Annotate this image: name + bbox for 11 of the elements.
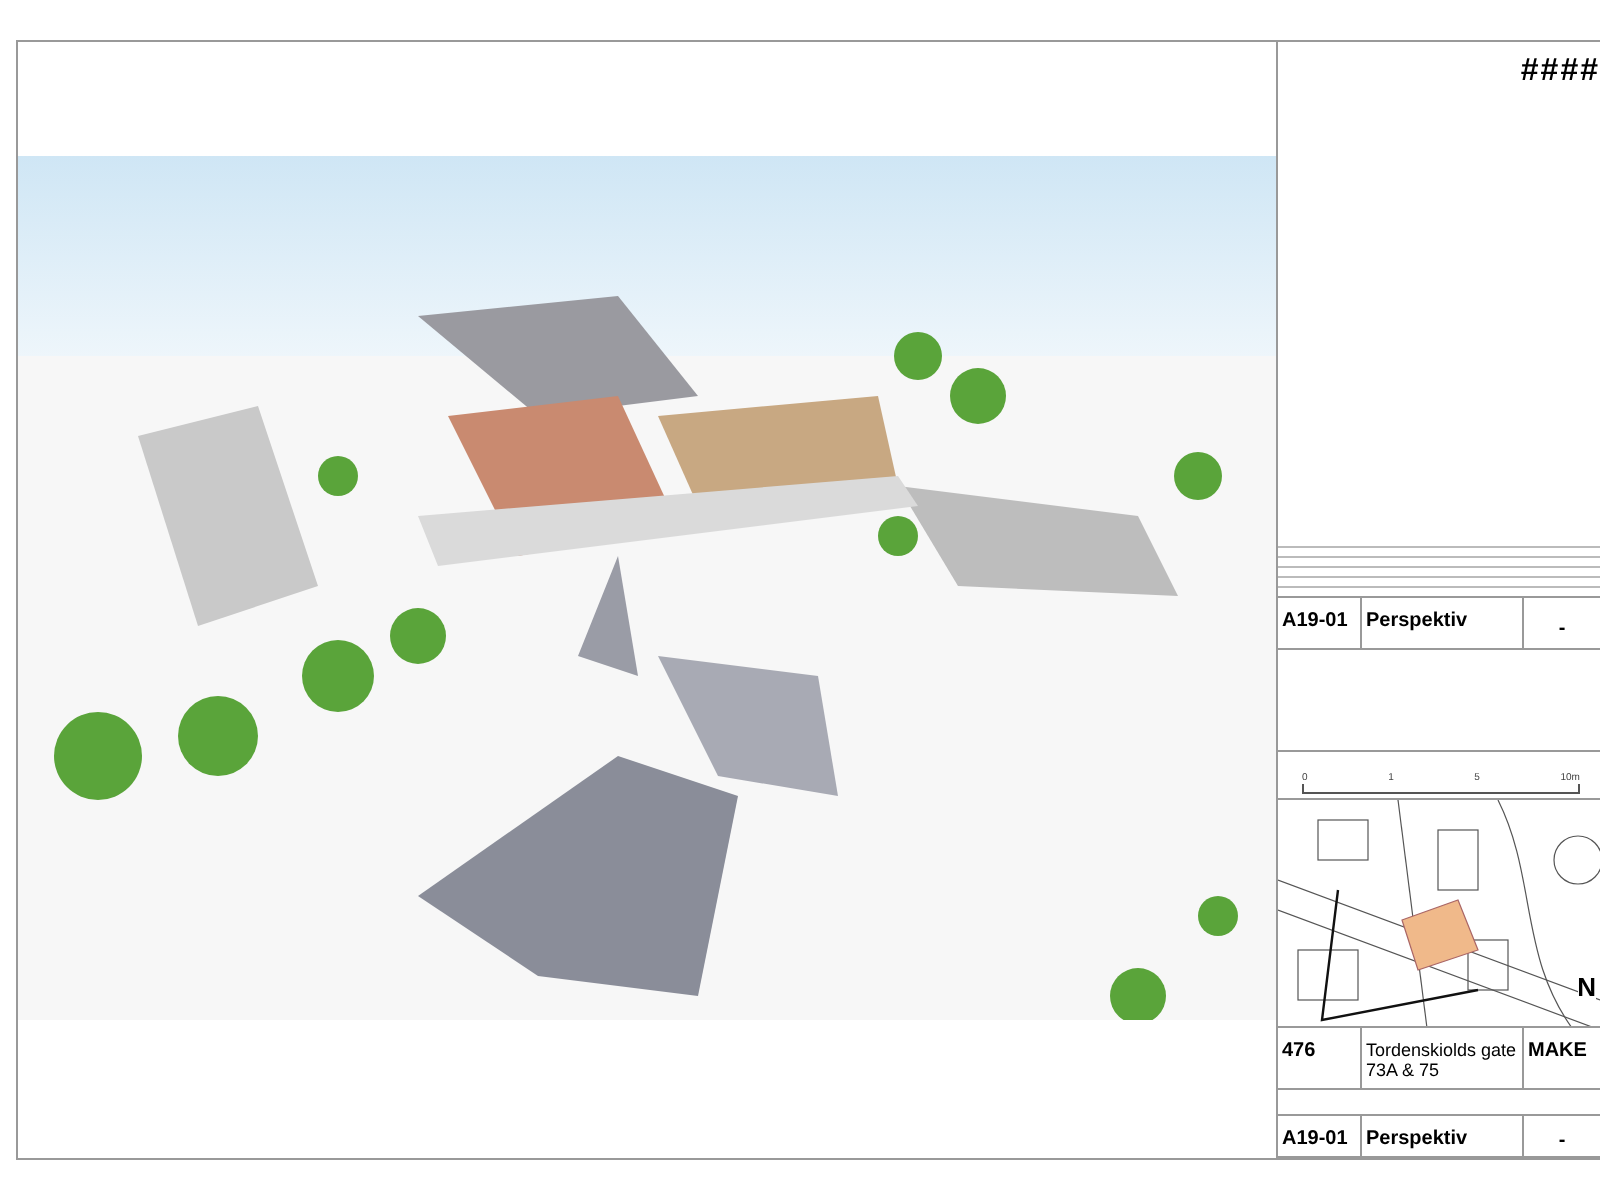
- revision-value: -: [1558, 1130, 1566, 1153]
- project-name: Tordenskiolds gate 73A & 75: [1366, 1040, 1518, 1081]
- drawing-title: Perspektiv: [1366, 1127, 1468, 1150]
- drawing-number: A19-01: [1282, 1127, 1348, 1150]
- revision-value: -: [1558, 618, 1566, 640]
- company-name: MAKE: [1528, 1040, 1587, 1063]
- drawing-number: A19-01: [1282, 610, 1348, 633]
- north-label: N: [1577, 972, 1596, 1003]
- project-number: 476: [1282, 1040, 1316, 1063]
- sheet-code: ####: [1520, 54, 1600, 90]
- drawing-title: Perspektiv: [1366, 610, 1468, 633]
